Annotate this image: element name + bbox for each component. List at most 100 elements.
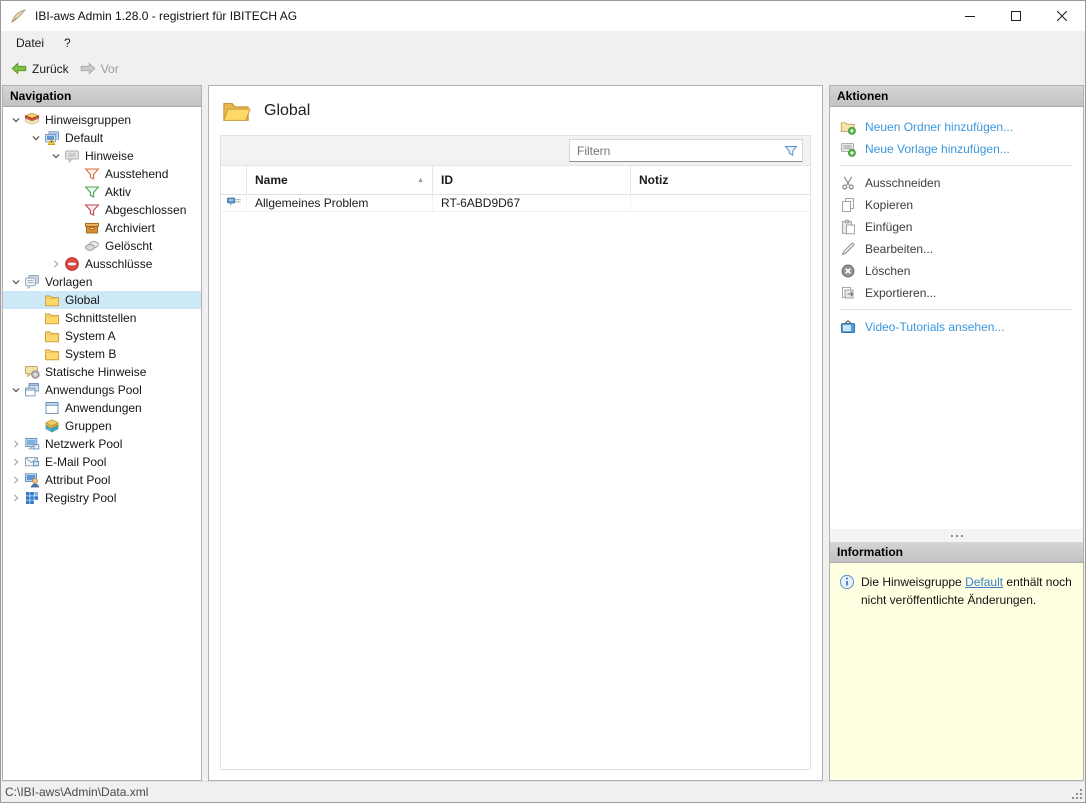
action-video-tutorials-ansehen[interactable]: Video-Tutorials ansehen...: [840, 316, 1077, 337]
static-notice-icon: [24, 364, 40, 380]
titlebar: IBI-aws Admin 1.28.0 - registriert für I…: [1, 1, 1085, 31]
action-bearbeiten[interactable]: Bearbeiten...: [840, 238, 1077, 259]
minimize-button[interactable]: [947, 1, 993, 31]
action-exportieren[interactable]: Exportieren...: [840, 282, 1077, 303]
action-l-schen[interactable]: Löschen: [840, 260, 1077, 281]
action-neue-vorlage-hinzuf-gen[interactable]: Neue Vorlage hinzufügen...: [840, 138, 1077, 159]
chevron-down-icon[interactable]: [27, 130, 44, 146]
window-title: IBI-aws Admin 1.28.0 - registriert für I…: [35, 9, 297, 23]
tree-item-label: E-Mail Pool: [45, 455, 106, 469]
tree-item-anwendungs-pool[interactable]: Anwendungs Pool: [3, 381, 201, 399]
tree-item-aktiv[interactable]: Aktiv: [3, 183, 201, 201]
table-rows: Allgemeines ProblemRT-6ABD9D67: [221, 195, 810, 212]
resize-grip-icon[interactable]: [1072, 789, 1082, 799]
forward-button[interactable]: Vor: [76, 59, 126, 79]
chevron-down-icon[interactable]: [7, 112, 24, 128]
chevron-spacer: [67, 184, 84, 200]
close-button[interactable]: [1039, 1, 1085, 31]
app-window: IBI-aws Admin 1.28.0 - registriert für I…: [0, 0, 1086, 803]
chevron-spacer: [67, 166, 84, 182]
information-body: Die Hinweisgruppe Default enthält noch n…: [830, 563, 1083, 780]
filter-input[interactable]: [570, 143, 783, 159]
action-label: Einfügen: [865, 220, 912, 234]
tree-item-default[interactable]: Default: [3, 129, 201, 147]
menubar: Datei ?: [1, 31, 1085, 55]
tree-item-label: Hinweise: [85, 149, 134, 163]
tree-item-global[interactable]: Global: [3, 291, 201, 309]
tree-item-gruppen[interactable]: Gruppen: [3, 417, 201, 435]
tree-item-abgeschlossen[interactable]: Abgeschlossen: [3, 201, 201, 219]
action-einf-gen[interactable]: Einfügen: [840, 216, 1077, 237]
right-column: Aktionen Neuen Ordner hinzufügen...Neue …: [829, 85, 1084, 781]
tree-item-label: Gruppen: [65, 419, 112, 433]
chevron-right-icon[interactable]: [7, 454, 24, 470]
cut-scissors-icon: [840, 175, 856, 191]
notice-group-stack-icon: [24, 112, 40, 128]
tree-item-system-b[interactable]: System B: [3, 345, 201, 363]
export-pages-icon: [840, 285, 856, 301]
tree-item-hinweisgruppen[interactable]: Hinweisgruppen: [3, 111, 201, 129]
tree-item-vorlagen[interactable]: Vorlagen: [3, 273, 201, 291]
folder-icon: [44, 328, 60, 344]
tree-item-label: Abgeschlossen: [105, 203, 186, 217]
tree-item-label: Netzwerk Pool: [45, 437, 122, 451]
tree-item-ausschl-sse[interactable]: Ausschlüsse: [3, 255, 201, 273]
tree-item-netzwerk-pool[interactable]: Netzwerk Pool: [3, 435, 201, 453]
filter-funnel-icon[interactable]: [783, 143, 799, 159]
funnel-completed-icon: [84, 202, 100, 218]
tree-item-e-mail-pool[interactable]: E-Mail Pool: [3, 453, 201, 471]
statusbar: C:\IBI-aws\Admin\Data.xml: [1, 781, 1085, 802]
tree-item-label: Schnittstellen: [65, 311, 136, 325]
email-envelope-icon: [24, 454, 40, 470]
workspace: Navigation HinweisgruppenDefaultHinweise…: [1, 82, 1085, 781]
back-button[interactable]: Zurück: [7, 59, 76, 79]
tree-item-label: System B: [65, 347, 116, 361]
chevron-spacer: [27, 400, 44, 416]
action-neuen-ordner-hinzuf-gen[interactable]: Neuen Ordner hinzufügen...: [840, 116, 1077, 137]
panel-splitter-handle[interactable]: [830, 529, 1083, 542]
navigation-panel: Navigation HinweisgruppenDefaultHinweise…: [2, 85, 202, 781]
tree-item-label: Gelöscht: [105, 239, 152, 253]
menu-help[interactable]: ?: [54, 33, 81, 53]
tree-item-archiviert[interactable]: Archiviert: [3, 219, 201, 237]
tree-item-gel-scht[interactable]: Gelöscht: [3, 237, 201, 255]
chevron-spacer: [27, 328, 44, 344]
action-ausschneiden[interactable]: Ausschneiden: [840, 172, 1077, 193]
chevron-down-icon[interactable]: [7, 382, 24, 398]
cell-notiz: [631, 195, 810, 211]
tree-item-system-a[interactable]: System A: [3, 327, 201, 345]
template-add-icon: [840, 141, 856, 157]
edit-pencil-icon: [840, 241, 856, 257]
chevron-right-icon[interactable]: [7, 436, 24, 452]
information-message: Die Hinweisgruppe Default enthält noch n…: [861, 573, 1075, 780]
navigation-tree: HinweisgruppenDefaultHinweiseAusstehendA…: [3, 107, 201, 780]
column-header-id[interactable]: ID: [433, 166, 631, 194]
column-header-notiz[interactable]: Notiz: [631, 166, 810, 194]
chevron-right-icon[interactable]: [47, 256, 64, 272]
tree-item-attribut-pool[interactable]: Attribut Pool: [3, 471, 201, 489]
default-group-link[interactable]: Default: [965, 575, 1003, 589]
chevron-right-icon[interactable]: [7, 472, 24, 488]
chevron-down-icon[interactable]: [7, 274, 24, 290]
tree-item-label: Anwendungs Pool: [45, 383, 142, 397]
maximize-button[interactable]: [993, 1, 1039, 31]
table-row-allgemeines-problem[interactable]: Allgemeines ProblemRT-6ABD9D67: [221, 195, 810, 212]
column-header-name[interactable]: Name▲: [247, 166, 433, 194]
tree-item-ausstehend[interactable]: Ausstehend: [3, 165, 201, 183]
menu-datei[interactable]: Datei: [6, 33, 54, 53]
tree-item-hinweise[interactable]: Hinweise: [3, 147, 201, 165]
action-kopieren[interactable]: Kopieren: [840, 194, 1077, 215]
tree-item-anwendungen[interactable]: Anwendungen: [3, 399, 201, 417]
tree-item-statische-hinweise[interactable]: Statische Hinweise: [3, 363, 201, 381]
template-bubbles-icon: [24, 274, 40, 290]
content-title-bar: Global: [209, 86, 822, 135]
chevron-spacer: [27, 346, 44, 362]
tree-item-registry-pool[interactable]: Registry Pool: [3, 489, 201, 507]
chevron-spacer: [67, 220, 84, 236]
filter-strip: [221, 136, 810, 166]
tree-item-schnittstellen[interactable]: Schnittstellen: [3, 309, 201, 327]
tree-item-label: Attribut Pool: [45, 473, 110, 487]
action-label: Kopieren: [865, 198, 913, 212]
chevron-down-icon[interactable]: [47, 148, 64, 164]
chevron-right-icon[interactable]: [7, 490, 24, 506]
